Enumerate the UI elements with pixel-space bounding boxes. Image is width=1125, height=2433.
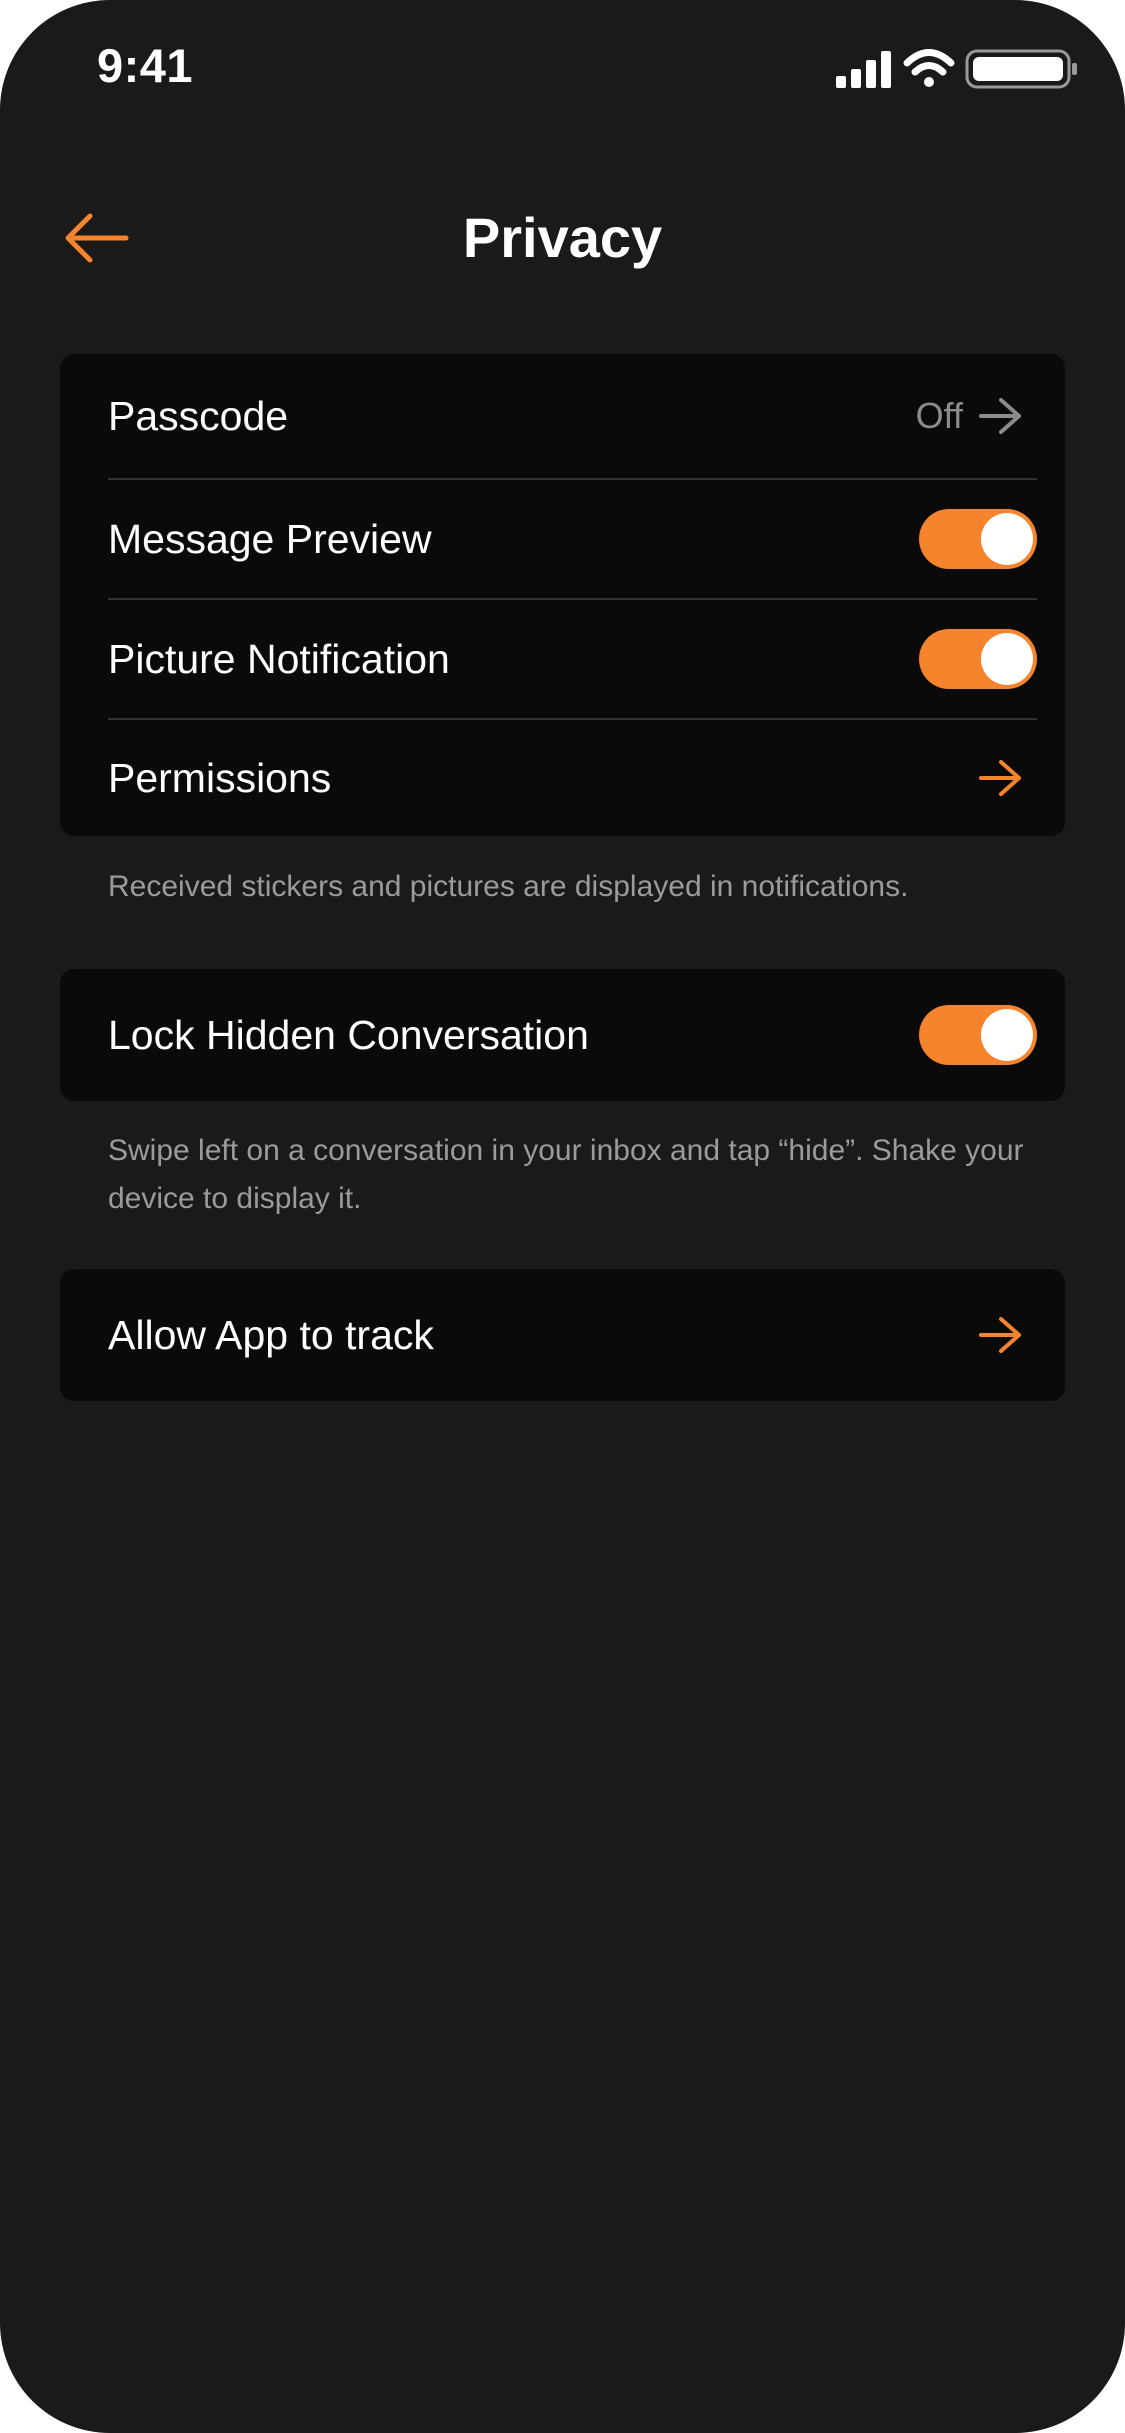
arrow-right-icon bbox=[979, 760, 1021, 796]
permissions-label: Permissions bbox=[108, 754, 332, 801]
wifi-icon bbox=[903, 49, 955, 87]
status-time: 9:41 bbox=[97, 39, 194, 92]
arrow-right-icon bbox=[979, 398, 1021, 434]
notifications-footnote: Received stickers and pictures are displ… bbox=[108, 870, 909, 903]
battery-icon bbox=[965, 49, 1077, 89]
page-title: Privacy bbox=[462, 206, 663, 269]
allow-app-to-track-label: Allow App to track bbox=[108, 1311, 434, 1358]
phone-screen: 9:41 Privacy Passcode Off Message Previe… bbox=[0, 0, 1125, 2433]
picture-notification-row: Picture Notification bbox=[108, 600, 1037, 718]
lock-hidden-conversation-label: Lock Hidden Conversation bbox=[108, 1011, 589, 1058]
passcode-value: Off bbox=[915, 395, 963, 436]
permissions-row[interactable]: Permissions bbox=[108, 720, 1037, 836]
toggle-knob bbox=[981, 633, 1033, 685]
toggle-knob bbox=[981, 513, 1033, 565]
toggle-knob bbox=[981, 1009, 1033, 1061]
hidden-conversation-footnote: Swipe left on a conversation in your inb… bbox=[108, 1134, 1024, 1215]
message-preview-label: Message Preview bbox=[108, 515, 432, 562]
lock-hidden-conversation-toggle[interactable] bbox=[919, 1005, 1037, 1065]
message-preview-row: Message Preview bbox=[108, 480, 1037, 598]
passcode-label: Passcode bbox=[108, 392, 289, 439]
status-icons bbox=[832, 48, 1082, 90]
picture-notification-label: Picture Notification bbox=[108, 635, 450, 682]
allow-app-to-track-row[interactable]: Allow App to track bbox=[108, 1269, 1037, 1401]
hidden-conversation-card: Lock Hidden Conversation bbox=[60, 969, 1065, 1101]
tracking-card: Allow App to track bbox=[60, 1269, 1065, 1401]
arrow-right-icon bbox=[979, 1317, 1021, 1353]
lock-hidden-conversation-row: Lock Hidden Conversation bbox=[108, 969, 1037, 1101]
cellular-signal-icon bbox=[836, 51, 891, 88]
passcode-row[interactable]: Passcode Off bbox=[108, 354, 1037, 478]
picture-notification-toggle[interactable] bbox=[919, 629, 1037, 689]
message-preview-toggle[interactable] bbox=[919, 509, 1037, 569]
privacy-settings-card: Passcode Off Message Preview Picture Not… bbox=[60, 354, 1065, 836]
